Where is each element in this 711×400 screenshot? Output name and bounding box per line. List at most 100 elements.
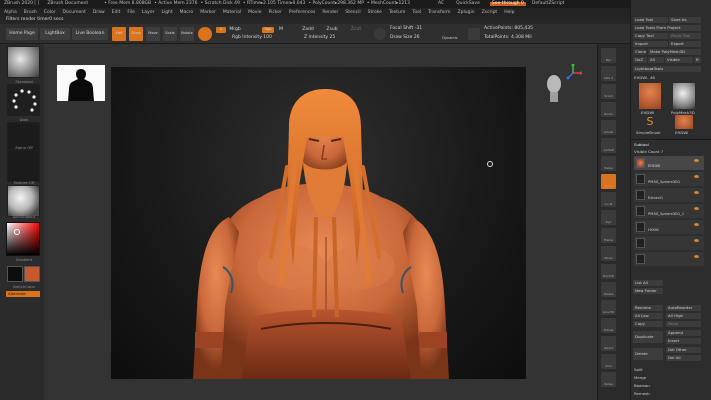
visibility-eye-icon[interactable] xyxy=(694,175,699,178)
menu-file[interactable]: File xyxy=(127,10,135,15)
remesh-header[interactable]: Remesh xyxy=(634,391,650,396)
menu-texture[interactable]: Texture xyxy=(389,10,405,15)
menu-brush[interactable]: Brush xyxy=(24,10,37,15)
menu-stroke[interactable]: Stroke xyxy=(368,10,382,15)
menu-material[interactable]: Material xyxy=(223,10,241,15)
menu-movie[interactable]: Movie xyxy=(248,10,261,15)
zadd-button[interactable]: Zadd xyxy=(300,27,316,33)
list-all-button[interactable]: List All xyxy=(633,280,663,286)
lightbox-tools-button[interactable]: Lightbox▸Tools xyxy=(633,66,701,72)
menu-tool[interactable]: Tool xyxy=(412,10,421,15)
shelf-bpr-button[interactable]: Bpr xyxy=(601,48,616,63)
all-low-button[interactable]: All Low xyxy=(633,313,663,319)
shelf-aahalf-button[interactable]: AAHalf xyxy=(601,138,616,153)
m-button[interactable]: M xyxy=(276,27,286,33)
quicksave-button[interactable]: QuickSave xyxy=(456,1,480,7)
shelf-transp-button[interactable]: Transp xyxy=(601,318,616,333)
menu-help[interactable]: Help xyxy=(504,10,514,15)
shelf-scroll-button[interactable]: Scroll xyxy=(601,84,616,99)
shelf-zoomd-button[interactable]: ZoomD xyxy=(601,264,616,279)
subtool-row[interactable]: PM3D_Sphere3D1_1 xyxy=(634,204,704,218)
menu-picker[interactable]: Picker xyxy=(268,10,281,15)
rgb-button[interactable]: Rgb xyxy=(262,27,274,33)
ac-button[interactable]: AC xyxy=(438,1,444,7)
subtool-row[interactable]: Extract1 xyxy=(634,188,704,202)
viewport-canvas[interactable] xyxy=(111,67,526,379)
texture-thumbnail[interactable] xyxy=(7,150,40,182)
menu-zscript[interactable]: Zscript xyxy=(482,10,498,15)
draw-button[interactable]: Draw xyxy=(129,27,143,41)
split-header[interactable]: Split xyxy=(634,367,643,372)
visibility-eye-icon[interactable] xyxy=(694,223,699,226)
shelf-local-button[interactable]: Local xyxy=(601,192,616,207)
switch-color-label[interactable]: SwitchColor xyxy=(0,284,48,289)
menu-transform[interactable]: Transform xyxy=(428,10,450,15)
visibility-eye-icon[interactable] xyxy=(694,191,699,194)
append-button[interactable]: Append xyxy=(666,330,701,336)
paste-tool-button[interactable]: Paste Tool xyxy=(669,33,701,39)
save-as-button[interactable]: Save As xyxy=(669,17,701,23)
shelf-solo-button[interactable]: Solo xyxy=(601,354,616,369)
scale-button[interactable]: Scale xyxy=(163,27,177,41)
menu-draw[interactable]: Draw xyxy=(93,10,105,15)
secondary-color-swatch[interactable] xyxy=(24,266,40,282)
draw-size-slider[interactable]: Draw Size 26 xyxy=(390,36,440,41)
home-page-button[interactable]: Home Page xyxy=(6,28,38,40)
menu-zplugin[interactable]: Zplugin xyxy=(458,10,475,15)
focal-shift-slider[interactable]: Focal Shift -31 xyxy=(390,27,440,32)
visibility-eye-icon[interactable] xyxy=(694,239,699,242)
shelf-xpose-button[interactable]: Xpose xyxy=(601,372,616,387)
shelf-rotate-button[interactable]: Rotate xyxy=(601,282,616,297)
axis-gizmo[interactable] xyxy=(564,63,583,82)
alternate-button[interactable]: Alternate xyxy=(6,291,40,297)
clone-button[interactable]: Clone xyxy=(633,49,647,55)
copy-tool-button[interactable]: Copy Tool xyxy=(633,33,668,39)
tool-thumb-1[interactable] xyxy=(639,83,661,109)
shelf-zoom-button[interactable]: Zoom xyxy=(601,102,616,117)
live-boolean-button[interactable]: Live Boolean xyxy=(72,28,108,40)
menu-alpha[interactable]: Alpha xyxy=(4,10,17,15)
duplicate-button[interactable]: Duplicate xyxy=(633,331,663,343)
menu-preferences[interactable]: Preferences xyxy=(289,10,315,15)
r-button[interactable]: R xyxy=(694,57,701,63)
material-sphere-icon[interactable] xyxy=(198,27,212,41)
delete-button[interactable]: Delete xyxy=(633,348,663,360)
menu-stencil[interactable]: Stencil xyxy=(345,10,360,15)
visibility-eye-icon[interactable] xyxy=(694,207,699,210)
edit-button[interactable]: Edit xyxy=(112,27,126,41)
lightbox-button[interactable]: LightBox xyxy=(40,28,70,40)
shelf-frame-button[interactable]: Frame xyxy=(601,228,616,243)
brush-thumbnail[interactable] xyxy=(7,46,40,78)
shelf-ghost-button[interactable]: Ghost xyxy=(601,336,616,351)
visibility-eye-icon[interactable] xyxy=(694,159,699,162)
subtool-row[interactable]: HOOK xyxy=(634,220,704,234)
silhouette-thumbnail[interactable] xyxy=(57,65,105,101)
subtool-row[interactable] xyxy=(634,236,704,250)
menu-marker[interactable]: Marker xyxy=(200,10,216,15)
shelf-move-button[interactable]: Move xyxy=(601,246,616,261)
load-tools-from-project-button[interactable]: Load Tools From Project xyxy=(633,25,701,31)
rotate-button[interactable]: Rotate xyxy=(180,27,194,41)
dynamic-button[interactable]: Dynamic xyxy=(442,36,458,41)
boolean-header[interactable]: Boolean xyxy=(634,383,650,388)
zcut-button[interactable]: Zcut xyxy=(348,27,364,33)
shelf-floor-button[interactable]: Floor xyxy=(601,174,616,189)
z-intensity-slider[interactable]: Z Intensity 25 xyxy=(304,36,360,41)
load-tool-button[interactable]: Load Tool xyxy=(633,17,668,23)
visible-count[interactable]: Visible Count 7 xyxy=(634,149,663,154)
menu-macro[interactable]: Macro xyxy=(180,10,194,15)
new-folder-button[interactable]: New Folder xyxy=(633,288,663,294)
primary-color-swatch[interactable] xyxy=(7,266,23,282)
shelf-persp-button[interactable]: Persp xyxy=(601,156,616,171)
del-all-button[interactable]: Del All xyxy=(666,355,701,361)
insert-button[interactable]: Insert xyxy=(666,338,701,344)
default-zscript[interactable]: DefaultZScript xyxy=(532,1,565,7)
rgb-intensity-slider[interactable]: Rgb Intensity 100 xyxy=(232,36,286,41)
rename-button[interactable]: Rename xyxy=(633,305,663,311)
import-button[interactable]: Import xyxy=(633,41,668,47)
move-button[interactable]: Move xyxy=(146,27,160,41)
del-other-button[interactable]: Del Other xyxy=(666,347,701,353)
shelf-actual-button[interactable]: Actual xyxy=(601,120,616,135)
tool-thumb-4[interactable] xyxy=(675,115,693,129)
all-high-button[interactable]: All High xyxy=(666,313,701,319)
